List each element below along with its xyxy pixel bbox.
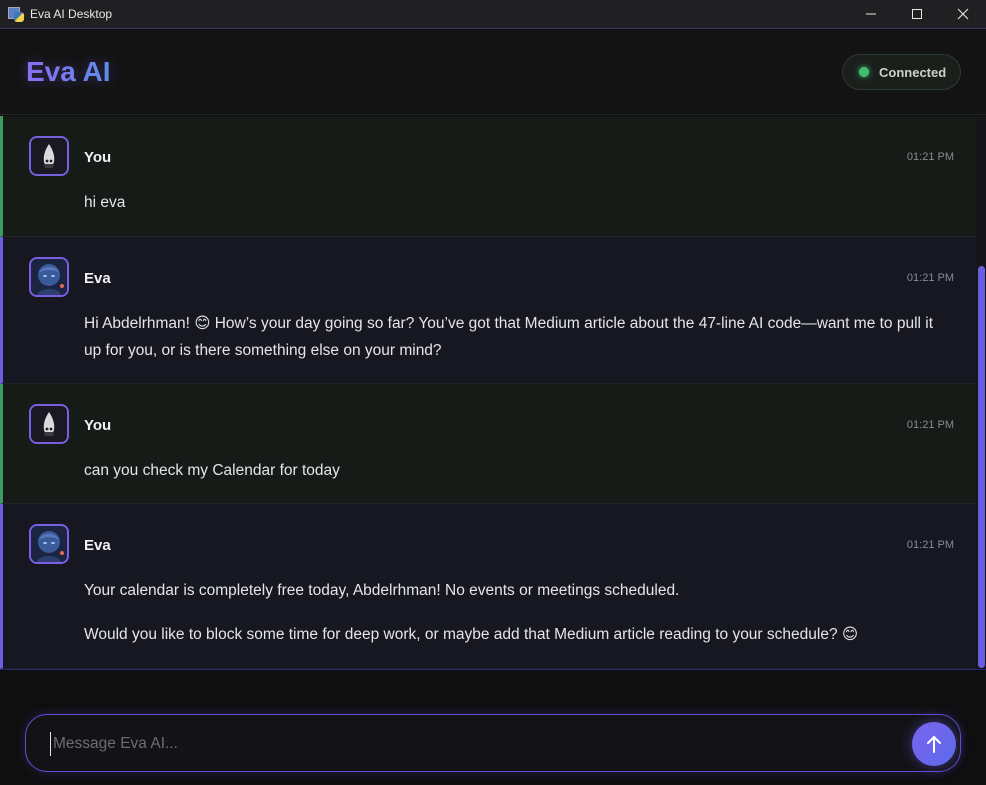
message-content: hi eva (84, 189, 952, 216)
eva-avatar (29, 524, 69, 564)
chat-message-user: You 01:21 PM hi eva (0, 116, 976, 237)
connection-status-badge: Connected (842, 54, 961, 90)
user-avatar-icon (31, 406, 67, 442)
chat-message-list[interactable]: You 01:21 PM hi eva Eva 01:21 PM Hi Abde… (0, 116, 976, 669)
eva-avatar (29, 257, 69, 297)
eva-avatar-icon (31, 526, 67, 562)
chat-message-ai: Eva 01:21 PM Your calendar is completely… (0, 504, 976, 669)
app-brand: Eva AI (26, 56, 111, 87)
window-titlebar: Eva AI Desktop (0, 0, 986, 29)
app-header: Eva AI Connected (0, 30, 986, 115)
message-timestamp: 01:21 PM (906, 539, 954, 551)
window-title: Eva AI Desktop (30, 7, 113, 21)
status-label: Connected (879, 64, 947, 80)
sender-name: You (84, 417, 112, 434)
send-button[interactable] (912, 722, 956, 766)
maximize-button[interactable] (894, 0, 940, 29)
message-timestamp: 01:21 PM (906, 151, 954, 163)
maximize-icon (912, 9, 922, 19)
message-text: hi eva (84, 194, 126, 211)
close-button[interactable] (940, 0, 986, 29)
message-content: Hi Abdelrhman! 😊 How’s your day going so… (84, 310, 952, 364)
eva-avatar-icon (31, 259, 67, 295)
message-timestamp: 01:21 PM (906, 419, 954, 431)
sender-name: Eva (84, 537, 111, 554)
message-content: can you check my Calendar for today (84, 457, 952, 484)
message-text: Would you like to block some time for de… (84, 626, 859, 643)
message-input[interactable] (50, 732, 900, 756)
window-controls (848, 0, 986, 29)
close-icon (957, 8, 969, 20)
minimize-icon (866, 13, 876, 15)
message-content: Your calendar is completely free today, … (84, 577, 952, 648)
chat-message-user: You 01:21 PM can you check my Calendar f… (0, 384, 976, 504)
message-text: can you check my Calendar for today (84, 462, 340, 479)
arrow-up-icon (927, 736, 941, 753)
user-avatar-icon (31, 138, 67, 174)
minimize-button[interactable] (848, 0, 894, 29)
user-avatar (29, 136, 69, 176)
composer-area (0, 669, 986, 785)
app-icon (8, 6, 24, 22)
message-timestamp: 01:21 PM (906, 272, 954, 284)
message-text: Your calendar is completely free today, … (84, 582, 680, 599)
message-input-container (25, 714, 961, 772)
sender-name: Eva (84, 270, 111, 287)
user-avatar (29, 404, 69, 444)
sender-name: You (84, 149, 112, 166)
chat-message-ai: Eva 01:21 PM Hi Abdelrhman! 😊 How’s your… (0, 237, 976, 384)
message-text: Hi Abdelrhman! 😊 How’s your day going so… (84, 315, 934, 359)
status-dot-icon (859, 67, 869, 77)
chat-scrollbar-thumb[interactable] (978, 266, 985, 668)
